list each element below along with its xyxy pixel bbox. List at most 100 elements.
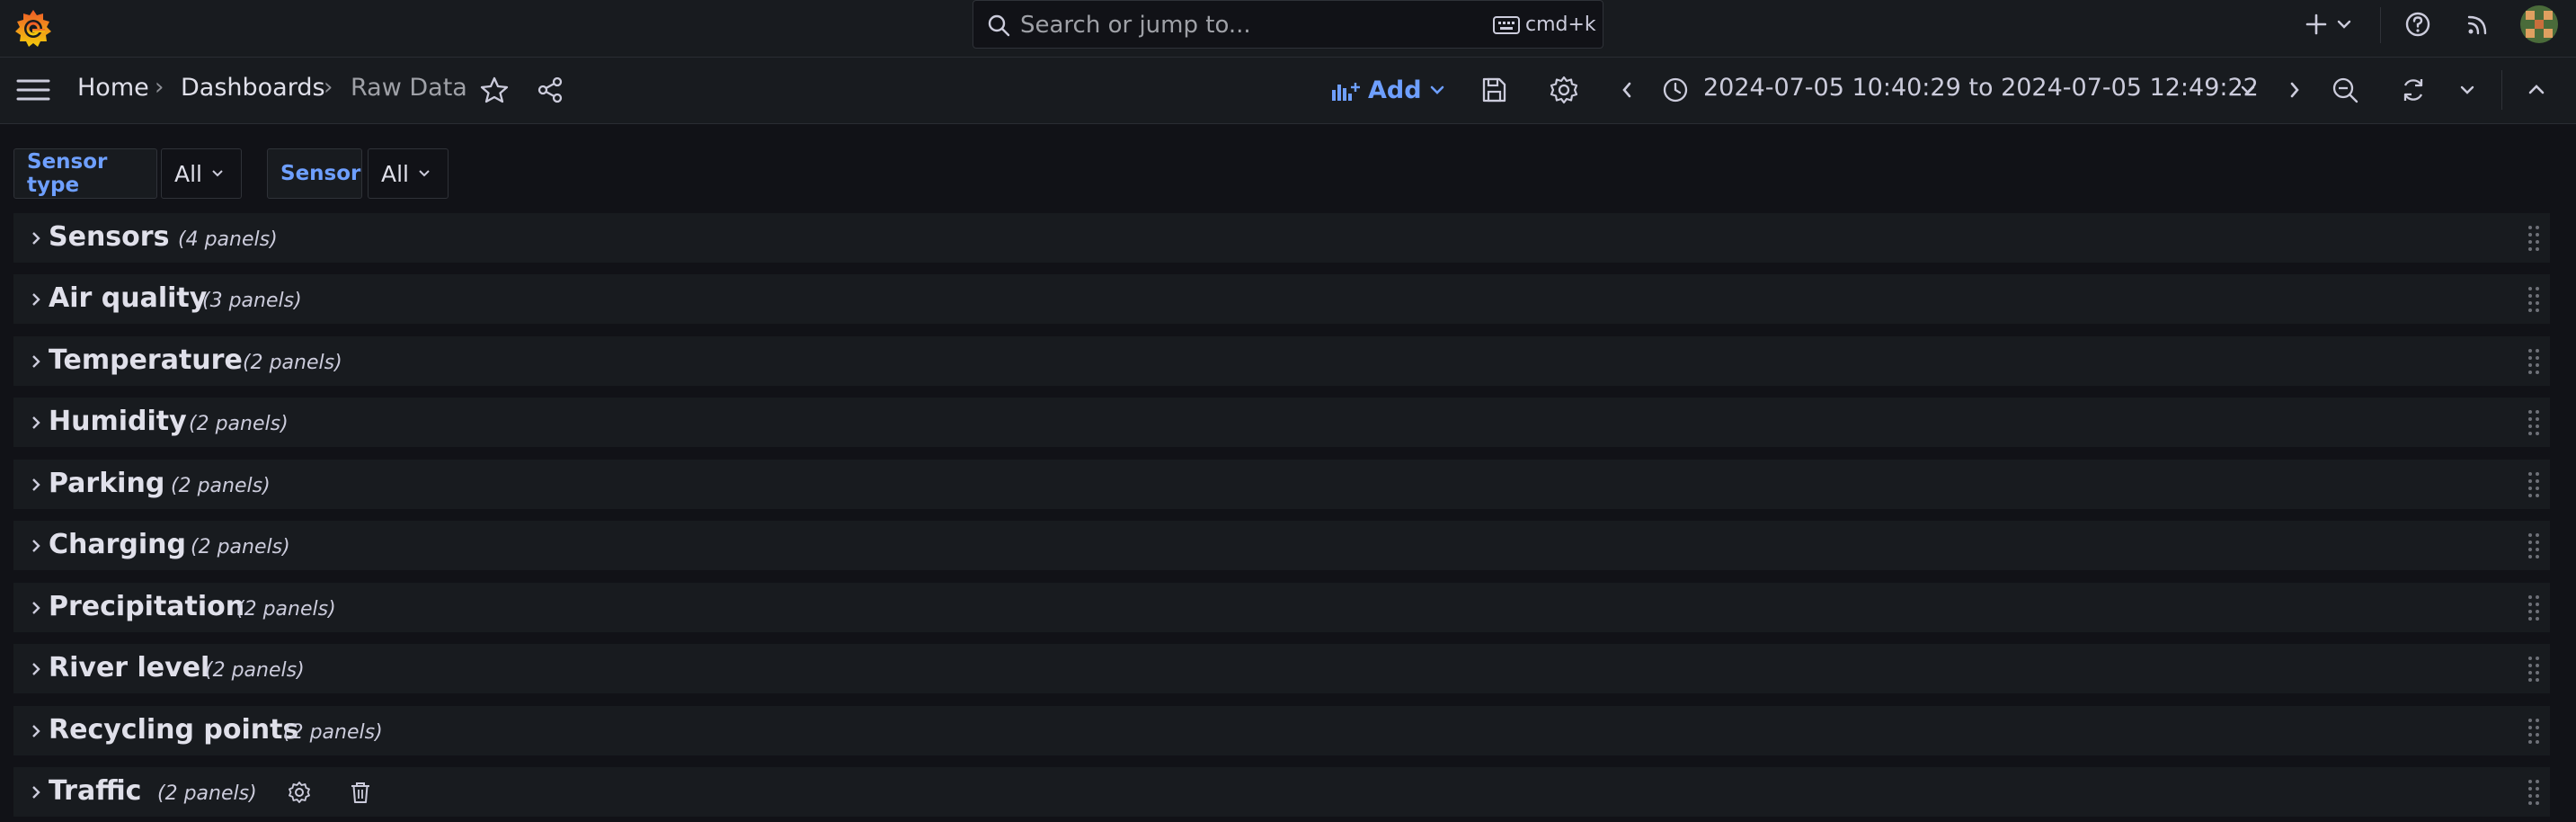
- chevron-right-icon: [32, 725, 40, 737]
- dashboard-nav-bar: Home › Dashboards › Raw Data Add 2024-07…: [0, 58, 2576, 124]
- add-button-label: Add: [1368, 76, 1422, 104]
- chevron-right-icon: [32, 293, 40, 306]
- dashboard-row-precipitation[interactable]: Precipitation (2 panels): [13, 583, 2550, 632]
- drag-handle-icon[interactable]: [2527, 594, 2541, 622]
- time-back-chevron-icon[interactable]: [1618, 75, 1636, 105]
- breadcrumb-separator: ›: [324, 74, 333, 101]
- save-icon[interactable]: [1479, 75, 1509, 105]
- dashboard-row-humidity[interactable]: Humidity (2 panels): [13, 398, 2550, 447]
- drag-handle-icon[interactable]: [2527, 470, 2541, 499]
- user-avatar[interactable]: [2520, 5, 2558, 43]
- chevron-up-icon[interactable]: [2526, 75, 2547, 105]
- variable-select-sensor-type[interactable]: All: [161, 148, 242, 199]
- search-shortcut: cmd+k: [1525, 13, 1596, 36]
- drag-handle-icon[interactable]: [2527, 778, 2541, 807]
- row-panel-count: (2 panels): [189, 413, 289, 435]
- drag-handle-icon[interactable]: [2527, 655, 2541, 684]
- chevron-down-icon: [1430, 85, 1443, 94]
- chevron-down-icon[interactable]: [2457, 75, 2477, 105]
- chevron-right-icon: [32, 416, 40, 429]
- drag-handle-icon[interactable]: [2527, 347, 2541, 376]
- dashboard-row-parking[interactable]: Parking (2 panels): [13, 460, 2550, 509]
- variable-value: All: [381, 160, 409, 187]
- row-panel-count: (2 panels): [171, 475, 271, 497]
- chevron-right-icon: [32, 232, 40, 245]
- chevron-down-icon: [212, 170, 223, 177]
- variable-value: All: [174, 160, 202, 187]
- row-delete-trash-icon[interactable]: [348, 780, 373, 805]
- grafana-logo-icon[interactable]: [13, 7, 54, 49]
- row-panel-count: (4 panels): [178, 228, 278, 251]
- row-panel-count: (2 panels): [236, 598, 336, 621]
- row-title: Traffic: [49, 775, 142, 807]
- chevron-right-icon: [32, 786, 40, 799]
- row-title: Humidity: [49, 406, 187, 437]
- star-icon[interactable]: [479, 75, 510, 105]
- row-panel-count: (3 panels): [202, 290, 302, 312]
- add-panel-icon: [1332, 83, 1360, 101]
- dashboard-row-traffic[interactable]: Traffic (2 panels): [13, 767, 2550, 817]
- row-panel-count: (2 panels): [205, 659, 305, 682]
- drag-handle-icon[interactable]: [2527, 532, 2541, 560]
- new-plus-icon[interactable]: [2301, 9, 2332, 40]
- dashboard-row-air-quality[interactable]: Air quality (3 panels): [13, 274, 2550, 324]
- row-title: Air quality: [49, 282, 208, 314]
- row-title: Temperature: [49, 344, 243, 376]
- breadcrumb-current: Raw Data: [351, 74, 467, 102]
- add-button[interactable]: Add: [1330, 74, 1447, 106]
- variable-select-sensor[interactable]: All: [368, 148, 449, 199]
- time-from: 2024-07-05 10:40:29: [1703, 74, 1961, 102]
- row-title: Charging: [49, 529, 187, 560]
- row-title: Parking: [49, 468, 165, 499]
- help-icon[interactable]: [2403, 9, 2433, 40]
- dashboard-row-river-level[interactable]: River level (2 panels): [13, 644, 2550, 693]
- menu-icon[interactable]: [16, 76, 50, 104]
- top-bar: Search or jump to... cmd+k: [0, 0, 2576, 58]
- row-title: River level: [49, 652, 210, 684]
- news-rss-icon[interactable]: [2463, 9, 2493, 40]
- variable-label-sensor-type: Sensor type: [13, 148, 157, 199]
- chevron-right-icon: [32, 602, 40, 614]
- row-panel-count: (2 panels): [191, 536, 290, 558]
- search-placeholder: Search or jump to...: [1020, 12, 1251, 39]
- row-panel-count: (2 panels): [283, 721, 383, 744]
- chevron-down-icon[interactable]: [2334, 9, 2354, 40]
- row-settings-gear-icon[interactable]: [287, 780, 312, 805]
- row-panel-count: (2 panels): [157, 782, 257, 805]
- time-to-word: to: [1968, 74, 1994, 102]
- chevron-down-icon[interactable]: [2238, 75, 2258, 105]
- dashboard-row-charging[interactable]: Charging (2 panels): [13, 521, 2550, 570]
- drag-handle-icon[interactable]: [2527, 408, 2541, 437]
- chevron-right-icon: [32, 663, 40, 675]
- share-icon[interactable]: [535, 75, 565, 105]
- row-title: Recycling points: [49, 714, 299, 746]
- dashboard-row-recycling-points[interactable]: Recycling points (2 panels): [13, 706, 2550, 755]
- breadcrumb-dashboards[interactable]: Dashboards: [181, 74, 325, 102]
- refresh-icon[interactable]: [2398, 75, 2429, 105]
- drag-handle-icon[interactable]: [2527, 224, 2541, 253]
- row-panel-count: (2 panels): [243, 352, 342, 374]
- chevron-right-icon: [32, 540, 40, 552]
- dashboard-row-temperature[interactable]: Temperature (2 panels): [13, 336, 2550, 386]
- drag-handle-icon[interactable]: [2527, 285, 2541, 314]
- breadcrumb-home[interactable]: Home: [77, 74, 149, 102]
- keyboard-icon: [1493, 16, 1520, 34]
- chevron-right-icon: [32, 355, 40, 368]
- row-title: Precipitation: [49, 591, 245, 622]
- zoom-out-icon[interactable]: [2330, 75, 2360, 105]
- time-range-picker[interactable]: 2024-07-05 10:40:29 to 2024-07-05 12:49:…: [1703, 74, 2259, 102]
- time-forward-chevron-icon[interactable]: [2286, 75, 2304, 105]
- row-title: Sensors: [49, 221, 170, 253]
- chevron-right-icon: [32, 478, 40, 491]
- breadcrumb-separator: ›: [155, 74, 164, 101]
- search-bar[interactable]: Search or jump to... cmd+k: [973, 0, 1603, 49]
- time-to: 2024-07-05 12:49:22: [2001, 74, 2259, 102]
- dashboard-row-sensors[interactable]: Sensors (4 panels): [13, 213, 2550, 263]
- divider: [2501, 70, 2502, 110]
- drag-handle-icon[interactable]: [2527, 717, 2541, 746]
- chevron-down-icon: [419, 170, 430, 177]
- search-icon: [988, 14, 1010, 37]
- clock-icon: [1663, 77, 1688, 103]
- settings-gear-icon[interactable]: [1549, 75, 1579, 105]
- divider: [2380, 7, 2381, 43]
